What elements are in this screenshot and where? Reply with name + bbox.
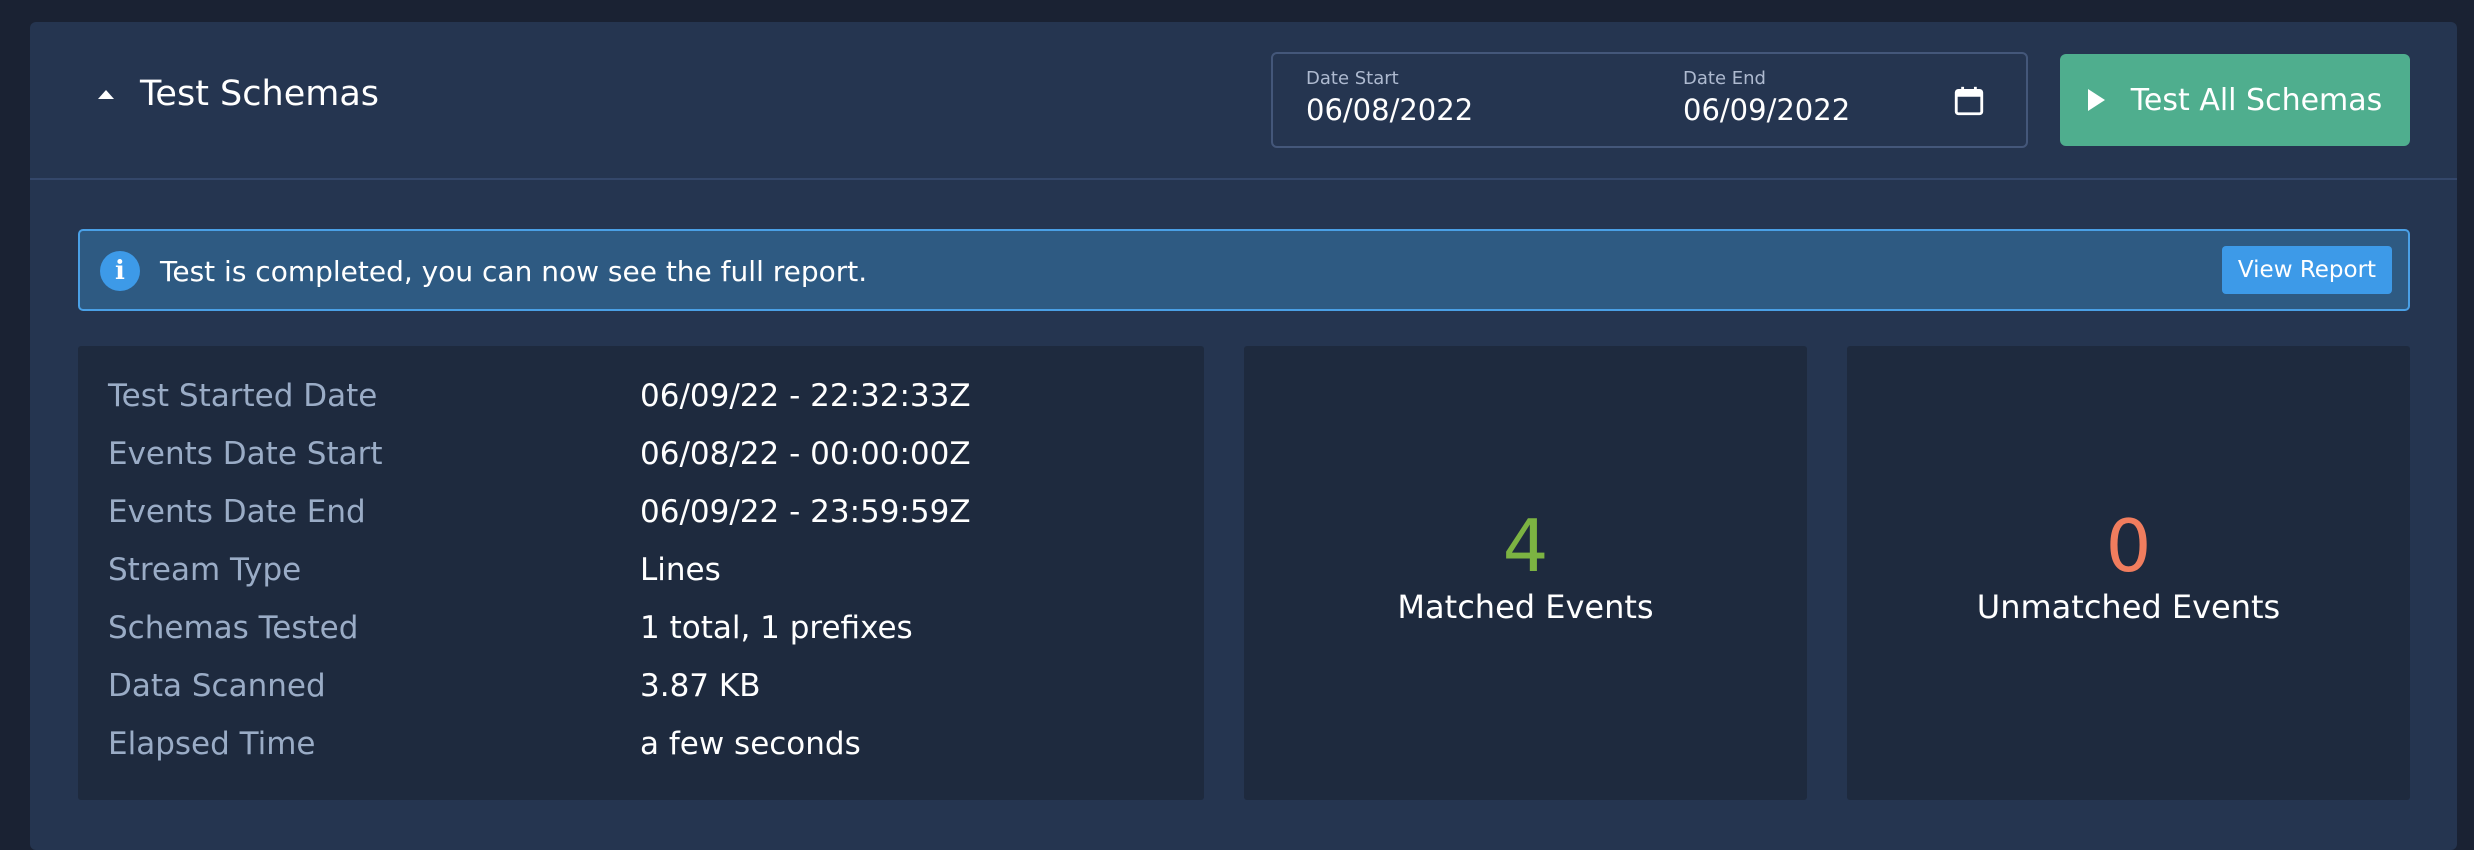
info-icon: i <box>100 251 140 291</box>
date-start-field[interactable]: Date Start 06/08/2022 <box>1306 68 1473 127</box>
test-schemas-panel: Test Schemas Date Start 06/08/2022 Date … <box>30 22 2457 850</box>
detail-value: 06/09/22 - 23:59:59Z <box>640 494 971 530</box>
detail-label: Test Started Date <box>108 378 378 414</box>
test-details-card: Test Started Date 06/09/22 - 22:32:33Z E… <box>78 346 1204 800</box>
detail-label: Events Date Start <box>108 436 383 472</box>
panel-header: Test Schemas Date Start 06/08/2022 Date … <box>30 22 2457 180</box>
detail-value: 3.87 KB <box>640 668 761 704</box>
completion-alert: i Test is completed, you can now see the… <box>78 229 2410 311</box>
date-end-label: Date End <box>1683 68 1766 89</box>
caret-up-icon <box>98 89 114 99</box>
detail-label: Data Scanned <box>108 668 326 704</box>
detail-label: Schemas Tested <box>108 610 359 646</box>
detail-row: Events Date End 06/09/22 - 23:59:59Z <box>108 494 1174 544</box>
unmatched-events-card: 0 Unmatched Events <box>1847 346 2410 800</box>
test-all-schemas-label: Test All Schemas <box>2130 82 2383 118</box>
detail-label: Stream Type <box>108 552 302 588</box>
date-start-value: 06/08/2022 <box>1306 93 1474 127</box>
detail-label: Events Date End <box>108 494 366 530</box>
collapse-toggle[interactable]: Test Schemas <box>98 74 379 114</box>
calendar-icon[interactable] <box>1952 84 1986 118</box>
detail-row: Test Started Date 06/09/22 - 22:32:33Z <box>108 378 1174 428</box>
matched-events-label: Matched Events <box>1397 588 1654 626</box>
view-report-button[interactable]: View Report <box>2222 246 2392 294</box>
detail-value: Lines <box>640 552 721 588</box>
detail-row: Elapsed Time a few seconds <box>108 726 1174 776</box>
detail-row: Schemas Tested 1 total, 1 prefixes <box>108 610 1174 660</box>
date-end-field[interactable]: Date End 06/09/2022 <box>1683 68 1850 127</box>
play-icon <box>2087 89 2105 111</box>
alert-message: Test is completed, you can now see the f… <box>160 255 868 288</box>
unmatched-events-label: Unmatched Events <box>1976 588 2281 626</box>
matched-events-card: 4 Matched Events <box>1244 346 1807 800</box>
detail-value: 06/09/22 - 22:32:33Z <box>640 378 971 414</box>
detail-value: 06/08/22 - 00:00:00Z <box>640 436 971 472</box>
date-range-picker[interactable]: Date Start 06/08/2022 Date End 06/09/202… <box>1271 52 2028 148</box>
unmatched-events-count: 0 <box>2105 504 2152 588</box>
matched-events-count: 4 <box>1502 504 1549 588</box>
detail-value: a few seconds <box>640 726 861 762</box>
date-start-label: Date Start <box>1306 68 1399 89</box>
detail-value: 1 total, 1 prefixes <box>640 610 913 646</box>
date-end-value: 06/09/2022 <box>1683 93 1851 127</box>
detail-label: Elapsed Time <box>108 726 316 762</box>
detail-row: Events Date Start 06/08/22 - 00:00:00Z <box>108 436 1174 486</box>
panel-title: Test Schemas <box>140 74 380 114</box>
test-all-schemas-button[interactable]: Test All Schemas <box>2060 54 2410 146</box>
detail-row: Data Scanned 3.87 KB <box>108 668 1174 718</box>
detail-row: Stream Type Lines <box>108 552 1174 602</box>
